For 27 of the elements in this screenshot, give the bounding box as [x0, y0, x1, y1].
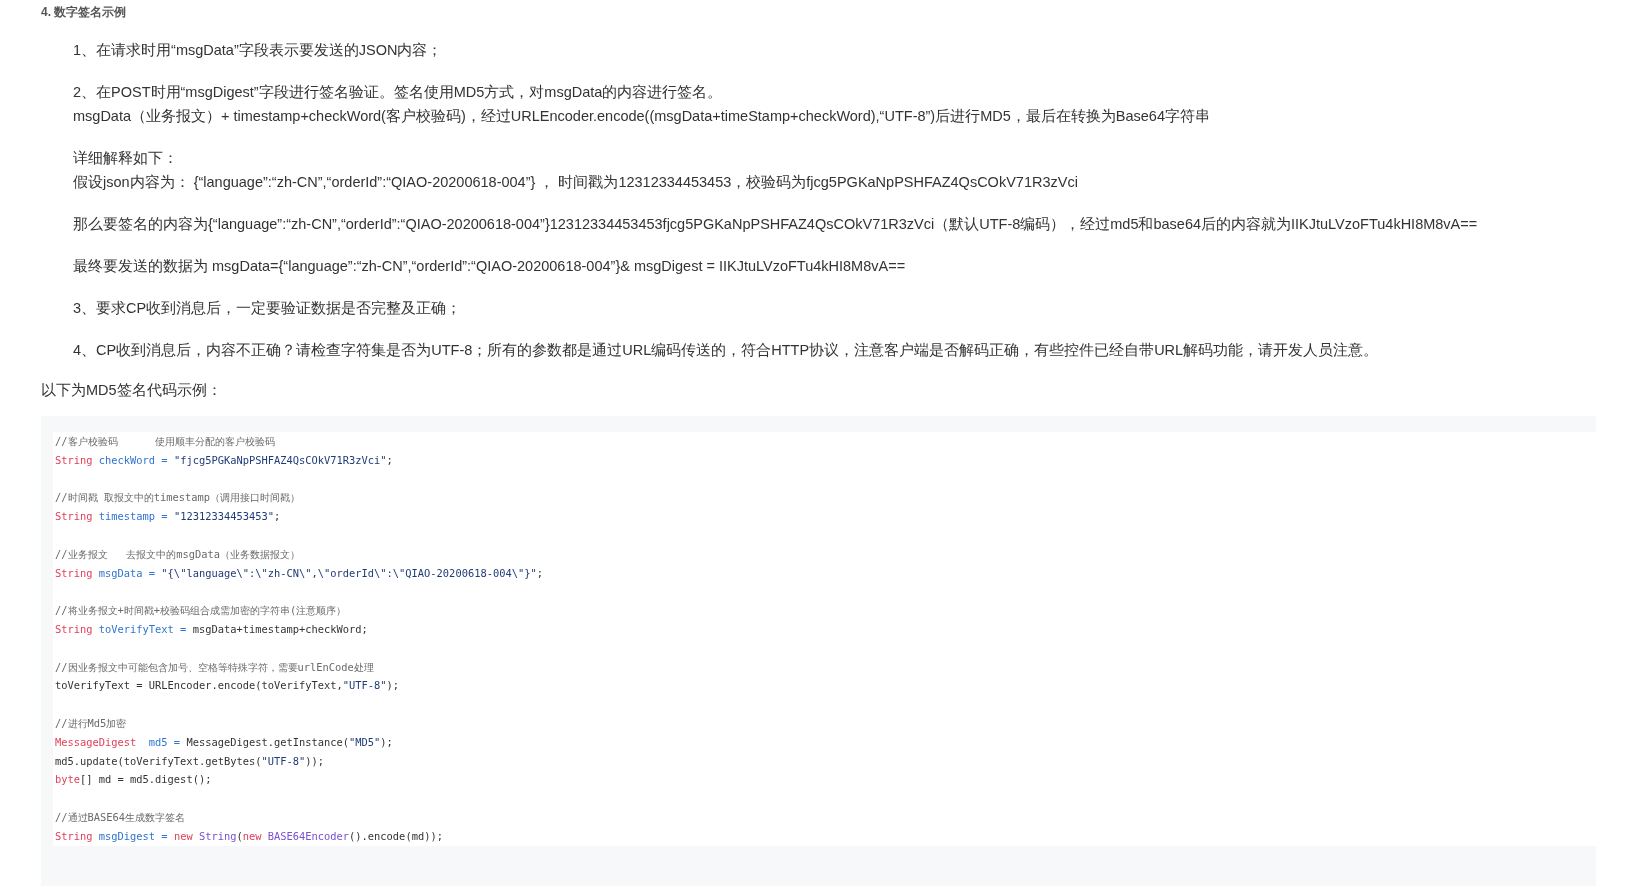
- paragraph-line: 详细解释如下：: [73, 149, 179, 168]
- code-comment: //客户校验码 使用顺丰分配的客户校验码: [55, 434, 277, 449]
- code-line: MessageDigest md5 = MessageDigest.getInstance("MD5");: [55, 734, 394, 750]
- code-line: String toVerifyText = msgData+timestamp+checkWord;: [55, 621, 369, 637]
- paragraph-line: 最终要发送的数据为 msgData={“language”:“zh-CN”,“orderId”:“QIAO-20200618-004”}& msgDigest = IIKJtuLVzoFTu4kHI8M8vA==: [73, 257, 907, 276]
- paragraph-line: 2、在POST时用“msgDigest”字段进行签名验证。签名使用MD5方式，对msgData的内容进行签名。: [73, 83, 724, 102]
- paragraph-line: 1、在请求时用“msgData”字段表示要发送的JSON内容；: [73, 41, 444, 60]
- code-line: md5.update(toVerifyText.getBytes("UTF-8"));: [55, 753, 326, 769]
- code-line: String msgDigest = new String(new BASE64Encoder().encode(md));: [55, 828, 444, 844]
- code-comment: //将业务报文+时间戳+校验码组合成需加密的字符串(注意顺序）: [55, 603, 348, 619]
- section-heading: 4. 数字签名示例: [41, 4, 128, 20]
- code-line: String timestamp = "12312334453453";: [55, 509, 282, 525]
- code-comment: //因业务报文中可能包含加号、空格等特殊字符，需要urlEnCode处理: [55, 659, 375, 675]
- paragraph-line: 假设json内容为： {“language”:“zh-CN”,“orderId”:“QIAO-20200618-004”} ， 时间戳为12312334453453，校验码为fjcg5PGKaNpPSHFAZ4QsCOkV71R3zVci: [73, 173, 1079, 192]
- code-line: String checkWord = "fjcg5PGKaNpPSHFAZ4QsCOkV71R3zVci";: [55, 452, 394, 468]
- paragraph-line: 那么要签名的内容为{“language”:“zh-CN”,“orderId”:“QIAO-20200618-004”}12312334453453fjcg5PGKaNpPSHFAZ4QsCOkV71R3zVci（默认UTF-8编码），经过md5和base64后的内容就为IIKJtuLVzoFTu4kHI8M8vA==: [73, 215, 1479, 234]
- code-line: byte[] md = md5.digest();: [55, 772, 213, 788]
- code-comment: //进行Md5加密: [55, 715, 128, 731]
- code-intro-text: 以下为MD5签名代码示例：: [41, 381, 223, 400]
- paragraph-line: msgData（业务报文）+ timestamp+checkWord(客户校验码)，经过URLEncoder.encode((msgData+timeStamp+checkWord),“UTF-8”)后进行MD5，最后在转换为Base64字符串: [73, 107, 1211, 126]
- code-comment: //业务报文 去报文中的msgData（业务数据报文）: [55, 546, 302, 562]
- paragraph-line: 4、CP收到消息后，内容不正确？请检查字符集是否为UTF-8；所有的参数都是通过URL编码传送的，符合HTTP协议，注意客户端是否解码正确，有些控件已经自带URL解码功能，请开发人员注意。: [73, 341, 1380, 360]
- code-comment: //通过BASE64生成数字签名: [55, 809, 187, 825]
- code-line: String msgData = "{\"language\":\"zh-CN\",\"orderId\":\"QIAO-20200618-004\"}";: [55, 565, 544, 581]
- paragraph-line: 3、要求CP收到消息后，一定要验证数据是否完整及正确；: [73, 299, 463, 318]
- code-comment: //时间戳 取报文中的timestamp（调用接口时间戳）: [55, 490, 302, 506]
- code-line: toVerifyText = URLEncoder.encode(toVerifyText,"UTF-8");: [55, 678, 401, 694]
